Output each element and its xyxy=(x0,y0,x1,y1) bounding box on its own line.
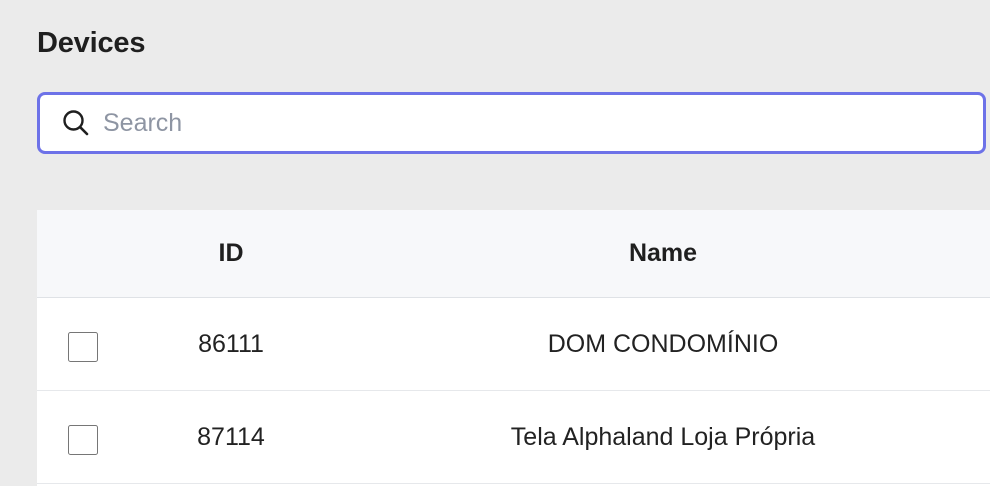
search-icon xyxy=(60,107,92,139)
table-header: ID Name xyxy=(37,210,990,298)
devices-table: ID Name 86111 DOM CONDOMÍNIO 87114 Tela … xyxy=(37,210,990,486)
page-title: Devices xyxy=(37,27,146,59)
table-row[interactable]: 87114 Tela Alphaland Loja Própria xyxy=(37,391,990,484)
device-id-cell: 87114 xyxy=(197,423,265,451)
device-id-cell: 86111 xyxy=(198,330,264,358)
row-checkbox[interactable] xyxy=(68,332,98,362)
table-row[interactable]: 86111 DOM CONDOMÍNIO xyxy=(37,298,990,391)
column-header-name[interactable]: Name xyxy=(430,210,896,297)
device-name-cell: Tela Alphaland Loja Própria xyxy=(510,423,816,451)
column-header-id[interactable]: ID xyxy=(155,210,307,297)
search-bar[interactable] xyxy=(37,92,986,154)
row-checkbox[interactable] xyxy=(68,425,98,455)
search-input[interactable] xyxy=(103,103,933,143)
device-name-cell: DOM CONDOMÍNIO xyxy=(547,330,779,358)
devices-page: Devices ID Name 86111 DOM CONDOMÍNIO 871… xyxy=(0,0,990,486)
